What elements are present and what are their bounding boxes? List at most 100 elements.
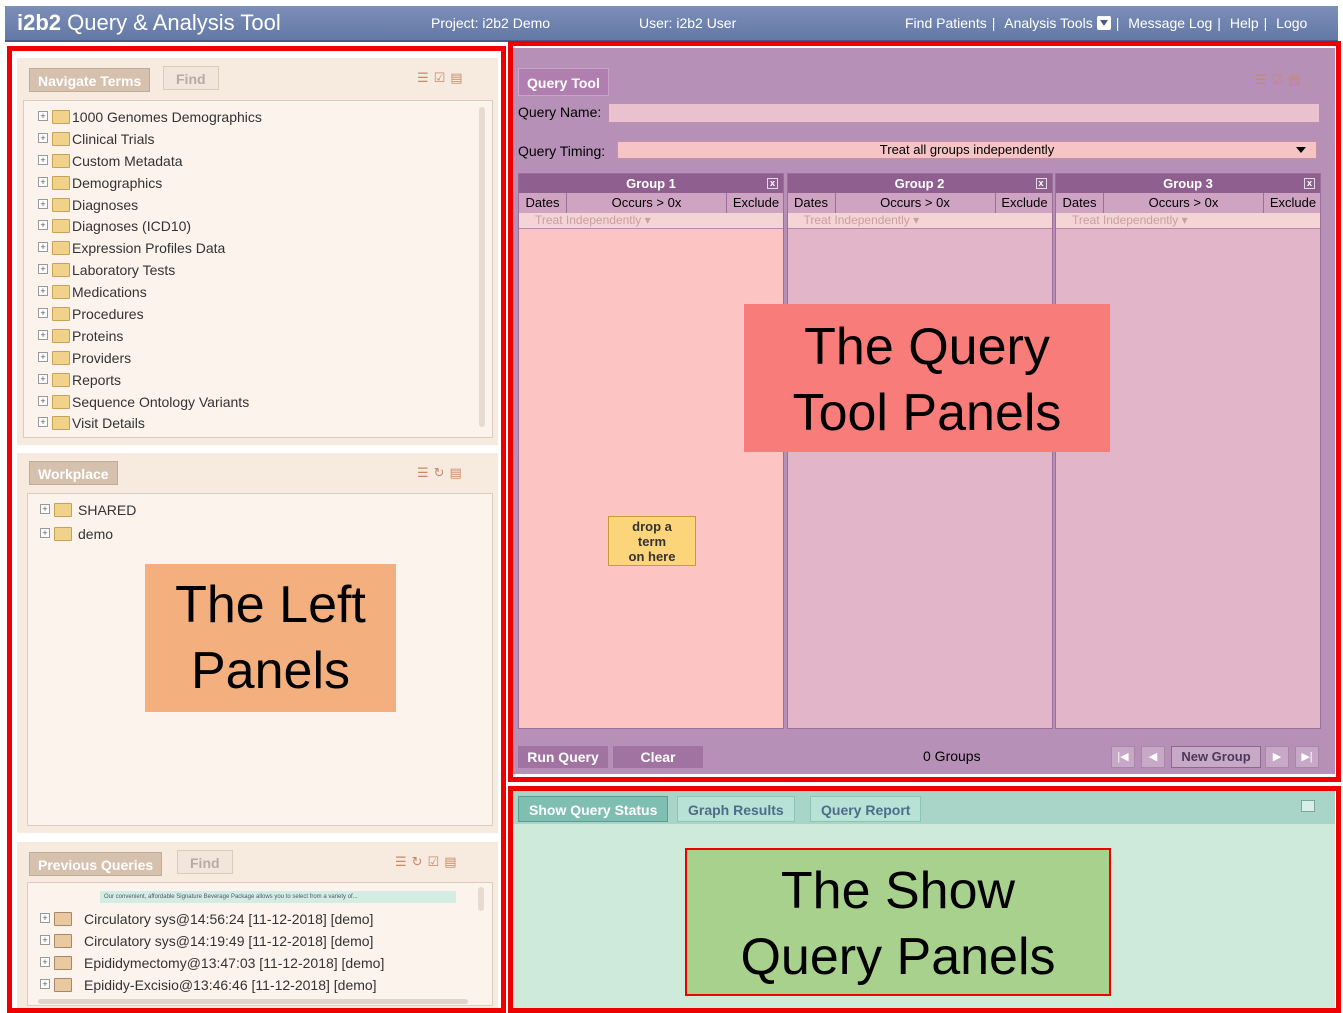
annotation-query-tool: The Query Tool Panels (744, 304, 1110, 452)
horizontal-scrollbar[interactable] (38, 999, 468, 1004)
group-title: Group 2 x (787, 174, 1052, 193)
expand-icon[interactable]: + (38, 373, 48, 384)
scrollbar[interactable] (479, 107, 485, 427)
expand-icon[interactable]: + (38, 111, 48, 121)
clear-button[interactable]: Clear (613, 746, 703, 768)
dates-button[interactable]: Dates (519, 193, 567, 213)
scrollbar[interactable] (478, 887, 484, 911)
tab-navigate-terms[interactable]: Navigate Terms (29, 68, 151, 92)
previous-page-icon[interactable]: ◀ (1141, 746, 1165, 768)
expand-icon[interactable]: + (38, 417, 48, 428)
tab-find-previous[interactable]: Find (177, 850, 233, 874)
treat-label: Treat Independently (535, 213, 642, 227)
query-timing-select[interactable]: Treat all groups independently (617, 141, 1317, 159)
groups-count: 0 Groups (923, 748, 981, 764)
folder-icon (52, 285, 70, 300)
expand-icon[interactable]: + (38, 176, 48, 187)
expand-icon[interactable]: + (40, 935, 50, 945)
query-name-input[interactable] (608, 103, 1320, 123)
panel-toolbar-icons[interactable]: ☰☑▤ (1255, 72, 1306, 88)
terms-tree: +1000 Genomes Demographics + Clinical Tria… (23, 100, 493, 438)
maximize-icon[interactable] (1301, 800, 1315, 812)
exclude-button[interactable]: Exclude (1264, 193, 1322, 213)
tree-item-label: SHARED (78, 502, 137, 518)
dates-button[interactable]: Dates (1056, 193, 1104, 213)
run-query-button[interactable]: Run Query (518, 746, 608, 768)
query-timing-label: Query Timing: (518, 143, 606, 159)
top-bar: i2b2 Query & Analysis Tool Project: i2b2… (5, 6, 1338, 42)
expand-icon[interactable]: + (38, 264, 48, 275)
expand-icon[interactable]: + (38, 242, 48, 253)
exclude-button[interactable]: Exclude (727, 193, 785, 213)
annotation-show-query: The Show Query Panels (685, 848, 1111, 996)
new-group-button[interactable]: New Group (1171, 746, 1261, 768)
nav-find-patients[interactable]: Find Patients (905, 15, 987, 31)
expand-icon[interactable]: + (40, 504, 50, 514)
expand-icon[interactable]: + (40, 957, 50, 967)
treat-independently-select[interactable]: Treat Independently ▾ (787, 213, 1052, 229)
nav-analysis-tools[interactable]: Analysis Tools (1004, 15, 1111, 31)
tab-graph-results[interactable]: Graph Results (677, 796, 795, 822)
group-title-label: Group 1 (626, 176, 676, 191)
tree-item-label: Providers (72, 349, 132, 366)
occurs-button[interactable]: Occurs > 0x (1104, 193, 1264, 213)
tree-item-label: Epididy-Excisio@13:46:46 [11-12-2018] [d… (84, 977, 377, 993)
expand-icon[interactable]: + (38, 395, 48, 406)
last-page-icon[interactable]: ▶| (1295, 746, 1319, 768)
tab-workplace[interactable]: Workplace (29, 461, 118, 485)
expand-icon[interactable]: + (38, 198, 48, 209)
folder-icon (52, 131, 70, 146)
tab-show-query-status[interactable]: Show Query Status (518, 796, 669, 822)
close-icon[interactable]: x (1035, 178, 1047, 189)
folder-icon (52, 197, 70, 212)
exclude-button[interactable]: Exclude (996, 193, 1054, 213)
tab-query-tool[interactable]: Query Tool (518, 68, 609, 96)
drop-text-line: term (637, 534, 667, 549)
chevron-down-icon: ▾ (644, 213, 651, 227)
tree-item-label: 1000 Genomes Demographics (72, 109, 262, 125)
expand-icon[interactable]: + (38, 220, 48, 231)
expand-icon[interactable]: + (38, 132, 48, 143)
tab-query-report[interactable]: Query Report (810, 796, 922, 822)
expand-icon[interactable]: + (38, 154, 48, 165)
expand-icon[interactable]: + (40, 528, 50, 538)
folder-icon (52, 307, 70, 322)
drop-term-target[interactable]: drop a term on here (608, 516, 696, 566)
tree-item-label: Custom Metadata (72, 152, 183, 169)
query-icon (54, 934, 72, 948)
close-icon[interactable]: x (1304, 178, 1315, 189)
tab-previous-queries[interactable]: Previous Queries (29, 852, 163, 876)
treat-independently-select[interactable]: Treat Independently ▾ (519, 213, 783, 229)
tree-item-label: demo (78, 526, 114, 542)
annotation-left: The Left Panels (145, 564, 396, 712)
occurs-button[interactable]: Occurs > 0x (567, 193, 727, 213)
close-icon[interactable]: x (767, 178, 778, 189)
treat-label: Treat Independently (1072, 213, 1179, 227)
treat-label: Treat Independently (803, 213, 910, 227)
tree-item-label: Reports (72, 371, 122, 388)
panel-toolbar-icons[interactable]: ☰☑▤ (417, 70, 468, 86)
nav-message-log[interactable]: Message Log (1128, 15, 1212, 31)
expand-icon[interactable]: + (38, 308, 48, 319)
first-page-icon[interactable]: |◀ (1111, 746, 1135, 768)
tooltip: Our convenient, affordable Signature Bev… (100, 891, 456, 903)
expand-icon[interactable]: + (38, 351, 48, 362)
next-page-icon[interactable]: ▶ (1265, 746, 1289, 768)
tab-find[interactable]: Find (163, 66, 219, 90)
expand-icon[interactable]: + (38, 329, 48, 340)
folder-icon (52, 110, 70, 124)
treat-independently-select[interactable]: Treat Independently ▾ (1056, 213, 1320, 229)
nav-help[interactable]: Help (1230, 15, 1259, 31)
drop-text-line: drop a (632, 519, 672, 534)
dates-button[interactable]: Dates (788, 193, 836, 213)
expand-icon[interactable]: + (40, 979, 50, 989)
folder-icon (52, 416, 70, 431)
chevron-down-icon[interactable] (1096, 16, 1111, 30)
panel-toolbar-icons[interactable]: ☰↻☑▤ (395, 854, 461, 870)
group-title-label: Group 2 (894, 176, 945, 191)
nav-logout[interactable]: Logo (1276, 15, 1307, 31)
expand-icon[interactable]: + (38, 286, 48, 297)
expand-icon[interactable]: + (40, 913, 50, 923)
occurs-button[interactable]: Occurs > 0x (836, 193, 996, 213)
panel-toolbar-icons[interactable]: ☰↻▤ (417, 465, 467, 481)
